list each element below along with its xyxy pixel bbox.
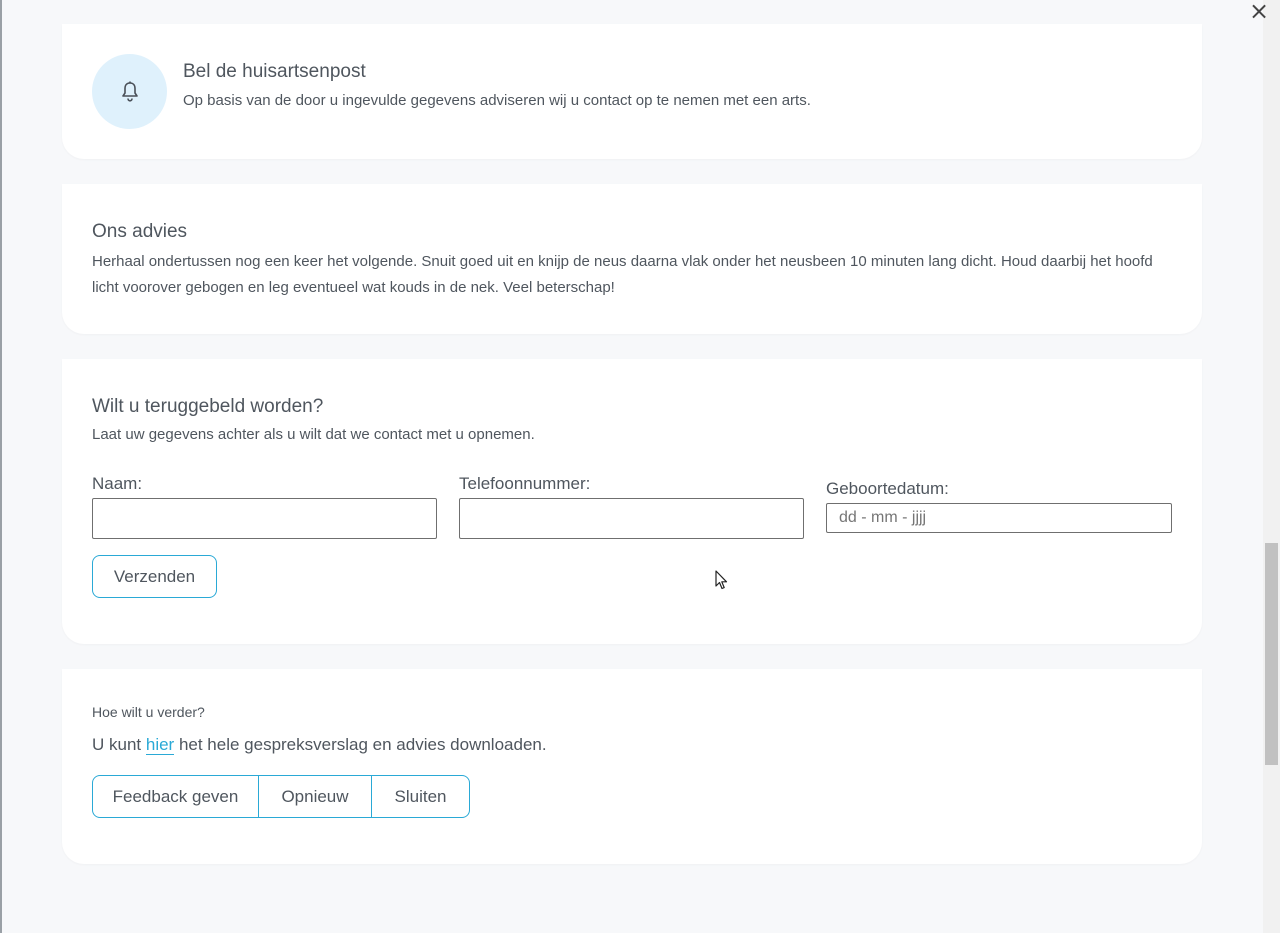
- callback-title: Wilt u teruggebeld worden?: [92, 396, 324, 417]
- close-button[interactable]: ×: [1248, 0, 1270, 24]
- download-text: U kunt hier het hele gespreksverslag en …: [92, 735, 547, 755]
- download-link[interactable]: hier: [145, 735, 175, 755]
- dob-input[interactable]: [826, 503, 1172, 533]
- advice-call-card: Bel de huisartsenpost Op basis van de do…: [62, 24, 1202, 159]
- download-text-before: U kunt: [92, 735, 146, 754]
- window-left-edge: [0, 0, 2, 933]
- advice-text: Herhaal ondertussen nog een keer het vol…: [92, 253, 1153, 296]
- phone-label: Telefoonnummer:: [459, 474, 591, 493]
- close-session-button[interactable]: Sluiten: [371, 775, 470, 818]
- next-question: Hoe wilt u verder?: [92, 704, 205, 720]
- name-input[interactable]: [92, 498, 437, 539]
- scrollbar-track[interactable]: [1263, 0, 1280, 933]
- download-text-after: het hele gespreksverslag en advies downl…: [174, 735, 547, 754]
- phone-input[interactable]: [459, 498, 804, 539]
- dob-label: Geboortedatum:: [826, 479, 949, 498]
- name-label: Naam:: [92, 474, 143, 493]
- send-button[interactable]: Verzenden: [92, 555, 217, 598]
- advice-call-title: Bel de huisartsenpost: [183, 61, 366, 82]
- bell-icon: [121, 81, 138, 102]
- advice-title: Ons advies: [92, 221, 188, 242]
- advice-call-text: Op basis van de door u ingevulde gegeven…: [183, 92, 811, 109]
- action-button-group: Feedback geven Opnieuw Sluiten: [92, 775, 470, 818]
- feedback-button[interactable]: Feedback geven: [92, 775, 259, 818]
- callback-card: Wilt u teruggebeld worden? Laat uw gegev…: [62, 359, 1202, 644]
- mouse-cursor-icon: [715, 570, 728, 590]
- callback-subtitle: Laat uw gegevens achter als u wilt dat w…: [92, 426, 535, 443]
- advice-card: Ons advies Herhaal ondertussen nog een k…: [62, 184, 1202, 334]
- bell-icon-circle: [92, 54, 167, 129]
- next-steps-card: Hoe wilt u verder? U kunt hier het hele …: [62, 669, 1202, 864]
- scrollbar-thumb[interactable]: [1265, 543, 1278, 765]
- restart-button[interactable]: Opnieuw: [258, 775, 372, 818]
